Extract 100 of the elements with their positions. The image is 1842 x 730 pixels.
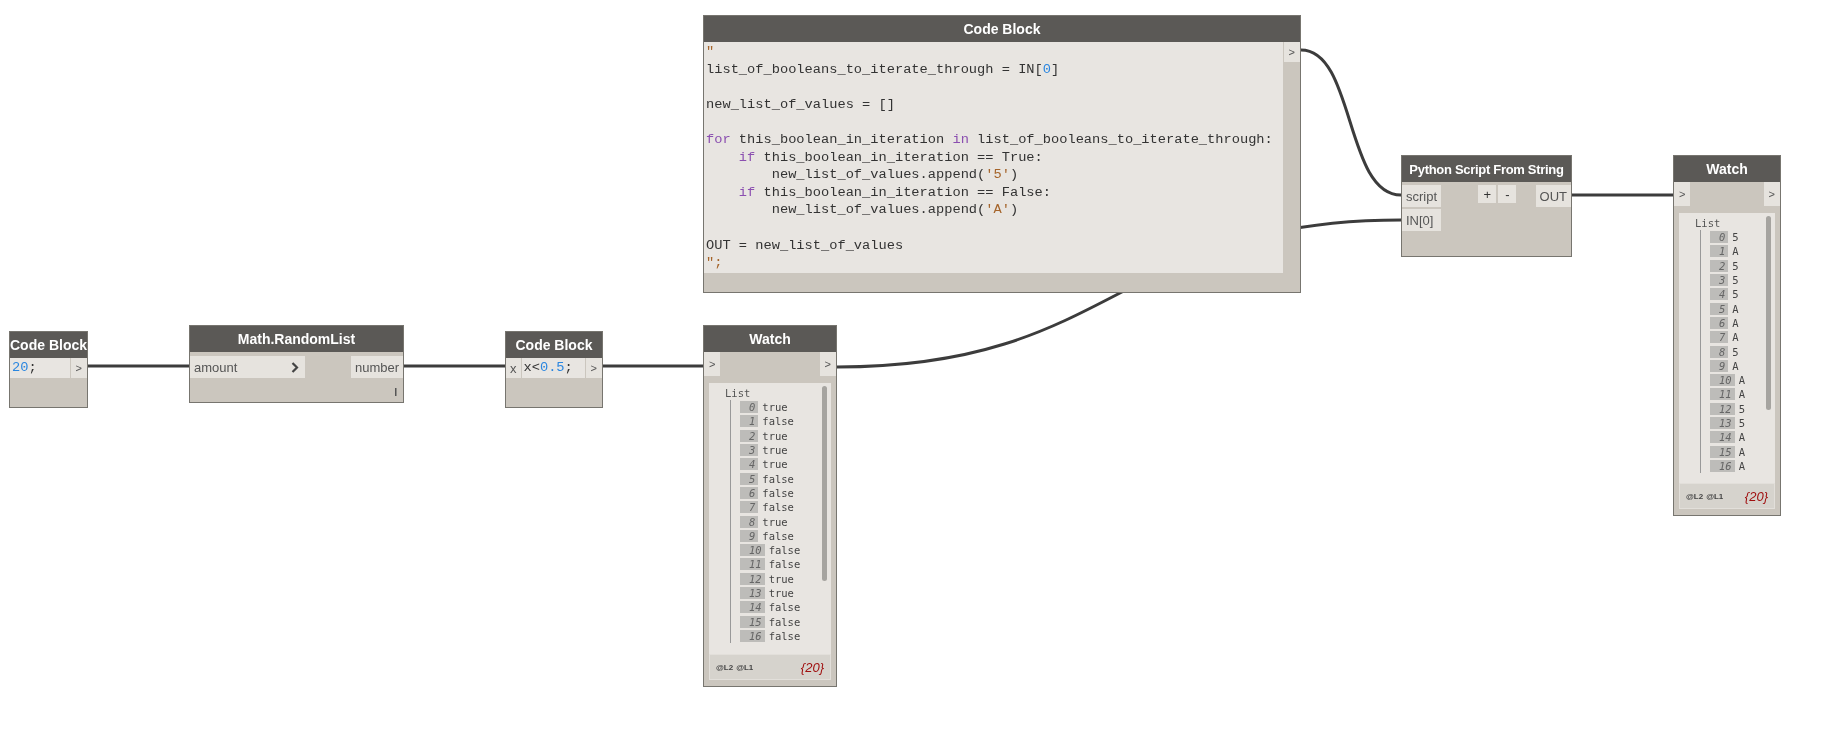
item-index: 12 bbox=[1710, 402, 1735, 415]
item-value: false bbox=[762, 529, 794, 542]
node-card[interactable]: Code Block x x<0.5; > bbox=[505, 331, 603, 408]
code-line: list_of_booleans_to_iterate_through = IN[0] bbox=[706, 60, 1061, 79]
level-label[interactable]: @L2 bbox=[1686, 491, 1704, 501]
output-port[interactable]: > bbox=[1283, 42, 1300, 62]
item-index: 5 bbox=[740, 472, 759, 485]
node-card[interactable]: Python Script From String script IN[0] + - OUT bbox=[1401, 155, 1572, 257]
item-index: 7 bbox=[740, 501, 759, 514]
scrollbar-thumb[interactable] bbox=[822, 386, 827, 582]
item-value: true bbox=[762, 401, 788, 414]
input-port[interactable]: IN[0] bbox=[1402, 209, 1442, 231]
item-value: A bbox=[1732, 359, 1739, 372]
node-title: Math.RandomList bbox=[190, 326, 403, 352]
item-index: 4 bbox=[740, 458, 759, 471]
code-line: "; bbox=[706, 254, 724, 272]
item-value: true bbox=[762, 458, 788, 471]
item-index: 16 bbox=[1710, 459, 1735, 472]
count-label: {20} bbox=[800, 659, 824, 675]
item-value: false bbox=[768, 629, 801, 642]
item-value: true bbox=[762, 515, 788, 528]
code-field[interactable]: 20; bbox=[10, 358, 70, 378]
level-label[interactable]: @L1 bbox=[1706, 491, 1724, 501]
code-field[interactable] bbox=[704, 42, 1283, 273]
node-card[interactable]: Math.RandomList amount number bbox=[189, 325, 404, 403]
input-port[interactable]: x bbox=[506, 358, 521, 378]
output-port[interactable]: OUT bbox=[1535, 185, 1571, 207]
output-port[interactable]: > bbox=[819, 352, 836, 376]
level-label[interactable]: @L1 bbox=[736, 662, 754, 672]
item-value: A bbox=[1738, 459, 1745, 472]
item-value: A bbox=[1738, 374, 1745, 387]
item-index: 0 bbox=[740, 401, 759, 414]
item-value: A bbox=[1738, 388, 1745, 401]
item-index: 3 bbox=[740, 444, 759, 457]
node-title: Code Block bbox=[704, 16, 1300, 42]
input-port[interactable]: > bbox=[1674, 182, 1691, 206]
output-port[interactable]: number bbox=[350, 356, 403, 378]
code-line: for this_boolean_in_iteration in list_of_booleans_to_iterate_through: bbox=[706, 130, 1274, 149]
item-value: 5 bbox=[1732, 231, 1739, 244]
item-index: 5 bbox=[1710, 302, 1729, 315]
item-index: 7 bbox=[1710, 331, 1729, 344]
node-title: Python Script From String bbox=[1402, 156, 1571, 182]
input-port[interactable]: amount bbox=[190, 356, 305, 378]
code-field[interactable]: x<0.5; bbox=[521, 358, 585, 378]
input-port[interactable]: > bbox=[704, 352, 721, 376]
item-value: 5 bbox=[1732, 259, 1739, 272]
code-line: " bbox=[706, 43, 716, 61]
item-value: false bbox=[768, 601, 801, 614]
node-card[interactable]: Watch > > List 0 5 1 A 2 5 3 5 4 5 5 A 6 A 7 A 8 5 9 A 10 A 11 A 12 5 13 5 14 A 15 A 16 A @L2 @L1 {20} bbox=[1673, 155, 1781, 516]
item-index: 8 bbox=[1710, 345, 1729, 358]
level-label[interactable]: @L2 bbox=[716, 662, 734, 672]
node-title: Code Block bbox=[10, 332, 87, 358]
input-count-button[interactable]: - bbox=[1498, 185, 1517, 203]
item-value: false bbox=[768, 615, 801, 628]
item-index: 10 bbox=[740, 544, 765, 557]
item-index: 10 bbox=[1710, 374, 1735, 387]
code-line: OUT = new_list_of_values bbox=[706, 236, 905, 255]
item-index: 13 bbox=[740, 587, 765, 599]
output-port[interactable]: > bbox=[70, 358, 87, 378]
item-index: 1 bbox=[740, 415, 759, 428]
count-label: {20} bbox=[1744, 488, 1768, 504]
item-index: 0 bbox=[1710, 231, 1729, 244]
item-index: 11 bbox=[740, 558, 765, 571]
item-index: 14 bbox=[740, 601, 765, 614]
item-value: false bbox=[762, 501, 794, 514]
item-index: 6 bbox=[1710, 316, 1729, 329]
node-title: Watch bbox=[1674, 156, 1780, 182]
item-value: false bbox=[762, 486, 794, 499]
item-value: true bbox=[762, 444, 788, 457]
item-index: 15 bbox=[1710, 445, 1735, 458]
item-value: true bbox=[762, 429, 788, 442]
item-value: 5 bbox=[1738, 402, 1745, 415]
node-card[interactable] bbox=[703, 15, 1301, 293]
item-index: 13 bbox=[1710, 417, 1735, 429]
item-index: 14 bbox=[1710, 431, 1735, 444]
item-value: false bbox=[762, 415, 794, 428]
output-port[interactable]: > bbox=[585, 358, 602, 378]
node-card[interactable]: Code Block 20; > bbox=[9, 331, 88, 408]
list-label: List bbox=[725, 386, 752, 400]
item-value: true bbox=[768, 572, 794, 585]
output-port[interactable]: > bbox=[1763, 182, 1780, 206]
code-line: new_list_of_values = [] bbox=[706, 95, 896, 114]
item-value: false bbox=[768, 558, 801, 571]
item-index: 2 bbox=[1710, 259, 1729, 272]
item-value: 5 bbox=[1732, 274, 1739, 287]
item-value: 5 bbox=[1738, 417, 1745, 429]
node-card[interactable]: Watch > > List 0 true 1 false 2 true 3 true 4 true 5 false 6 false 7 false 8 true 9 false 10 false 11 false 12 true 13 true 14 false 15 false 16 false @L2 @L1 {20} bbox=[703, 325, 837, 687]
item-value: A bbox=[1732, 331, 1739, 344]
item-value: true bbox=[768, 587, 794, 599]
item-index: 16 bbox=[740, 629, 765, 642]
scrollbar-thumb[interactable] bbox=[1766, 216, 1771, 411]
item-index: 6 bbox=[740, 486, 759, 499]
input-count-button[interactable]: + bbox=[1478, 185, 1497, 203]
item-value: A bbox=[1738, 445, 1745, 458]
input-port[interactable]: script bbox=[1402, 185, 1442, 207]
item-index: 11 bbox=[1710, 388, 1735, 401]
item-value: 5 bbox=[1732, 288, 1739, 301]
item-index: 3 bbox=[1710, 274, 1729, 287]
item-index: 15 bbox=[740, 615, 765, 628]
node-title: Watch bbox=[704, 326, 836, 352]
